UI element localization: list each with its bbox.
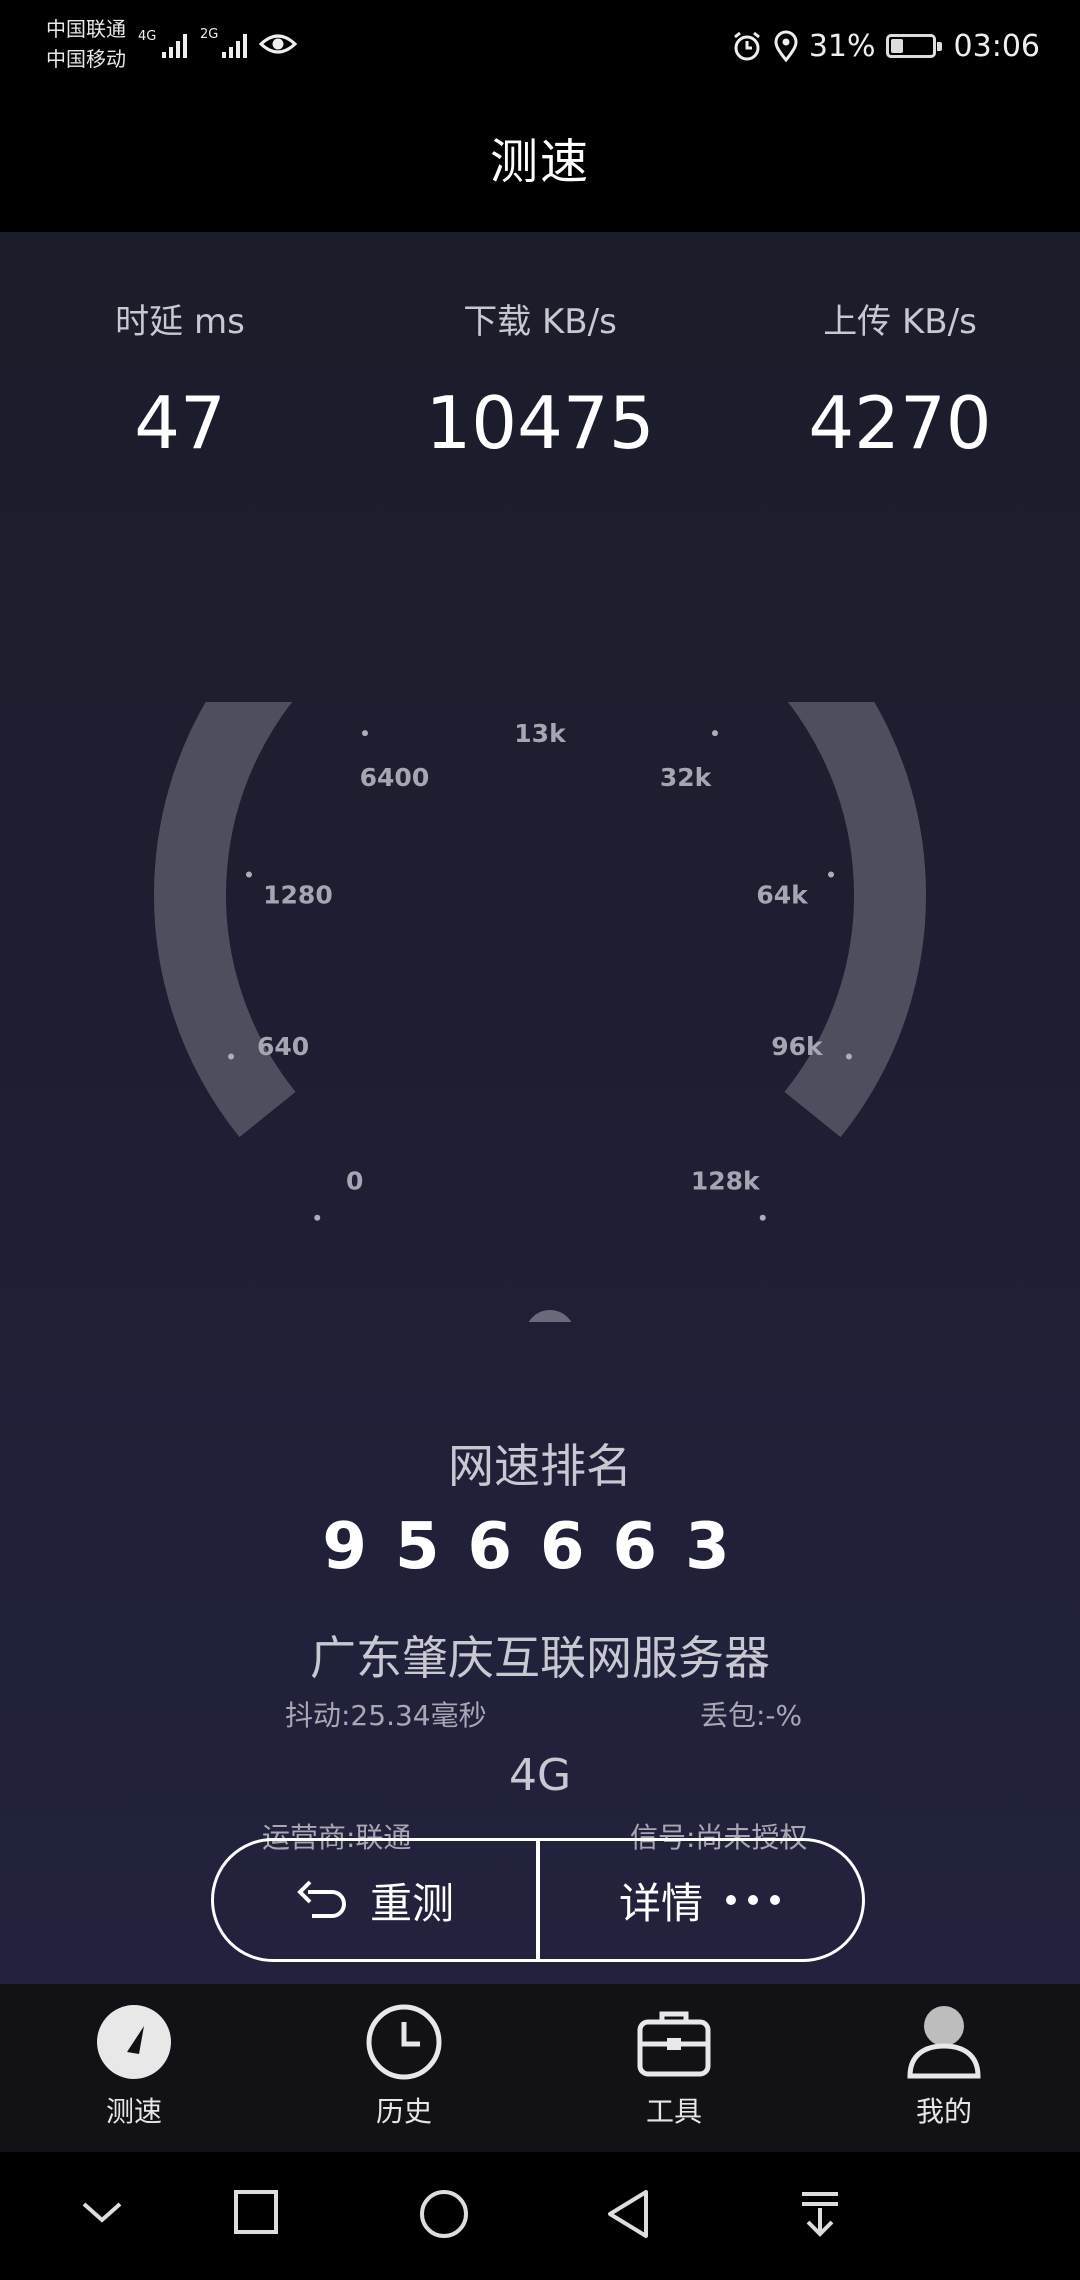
gauge-tick-dot bbox=[361, 730, 368, 737]
gauge-tick-label: 1280 bbox=[263, 881, 333, 910]
action-buttons: 重测 详情 bbox=[211, 1838, 865, 1962]
rank-title: 网速排名 bbox=[448, 1439, 632, 1493]
net-type-1: 4G bbox=[138, 29, 156, 44]
retest-label: 重测 bbox=[369, 1878, 454, 1928]
notification-pulldown-icon[interactable] bbox=[796, 2188, 844, 2240]
gauge-tick-label: 13k bbox=[514, 719, 567, 748]
status-right: 31% 03:06 bbox=[731, 24, 1040, 68]
gauge-tick-label: 6400 bbox=[360, 763, 430, 792]
more-dots-icon bbox=[726, 1895, 780, 1905]
nav-label-speedtest: 测速 bbox=[105, 2095, 162, 2128]
location-icon bbox=[774, 30, 798, 62]
rank-value: 956663 bbox=[322, 1510, 758, 1584]
packet-loss-value: 丢包:-% bbox=[700, 1699, 803, 1732]
home-circle-icon[interactable] bbox=[418, 2188, 470, 2240]
nav-label-profile: 我的 bbox=[915, 2095, 972, 2128]
gauge-needle-hub bbox=[528, 1310, 572, 1322]
nav-item-tools[interactable]: 工具 bbox=[594, 2002, 754, 2130]
download-value: 10475 bbox=[425, 381, 655, 465]
title-bar: 测速 bbox=[0, 92, 1080, 232]
battery-fill bbox=[890, 39, 903, 53]
latency-metric: 时延 ms 47 bbox=[30, 294, 330, 465]
net-type-2: 2G bbox=[200, 27, 218, 42]
upload-label: 上传 KB/s bbox=[823, 302, 977, 342]
server-name: 广东肇庆互联网服务器 bbox=[310, 1631, 770, 1685]
recent-apps-square-icon[interactable] bbox=[232, 2188, 280, 2236]
gauge-tick-dot bbox=[828, 871, 835, 878]
alarm-icon bbox=[733, 31, 760, 61]
undo-arrow-icon bbox=[297, 1880, 346, 1918]
details-button[interactable]: 详情 bbox=[540, 1841, 862, 1959]
back-triangle-icon[interactable] bbox=[604, 2188, 652, 2240]
person-icon bbox=[907, 2006, 981, 2079]
gauge-tick-label: 64k bbox=[756, 881, 809, 910]
toolbox-icon bbox=[637, 2011, 711, 2077]
gauge-tick-dot bbox=[712, 730, 719, 737]
gauge-tick-dot bbox=[314, 1214, 321, 1221]
nav-label-tools: 工具 bbox=[645, 2095, 702, 2128]
chevron-down-icon[interactable] bbox=[78, 2188, 126, 2236]
jitter-value: 抖动:25.34毫秒 bbox=[285, 1699, 487, 1732]
nav-item-speedtest[interactable]: 测速 bbox=[54, 2002, 214, 2130]
gauge-tick-label: 640 bbox=[257, 1032, 309, 1061]
eye-icon bbox=[258, 34, 298, 54]
retest-button[interactable]: 重测 bbox=[214, 1841, 536, 1959]
nav-label-history: 历史 bbox=[375, 2095, 432, 2128]
speed-gauge: 0 640 1280 6400 13k 32k 64k 96k 128k bbox=[154, 702, 926, 1322]
clock-icon bbox=[366, 2004, 442, 2080]
gauge-tick-dot bbox=[759, 1214, 766, 1221]
gauge-tick-dot bbox=[228, 1053, 235, 1060]
gauge-tick-label: 0 bbox=[346, 1166, 363, 1195]
speedometer-icon bbox=[97, 2005, 171, 2079]
gauge-tick-label: 96k bbox=[771, 1032, 824, 1061]
clock-time: 03:06 bbox=[953, 28, 1040, 64]
download-metric: 下载 KB/s 10475 bbox=[390, 294, 690, 465]
gauge-ticks: 0 640 1280 6400 13k 32k 64k 96k 128k bbox=[228, 719, 852, 1221]
speed-test-panel: 时延 ms 47 下载 KB/s 10475 上传 KB/s 4270 0 640… bbox=[0, 232, 1080, 1984]
upload-value: 4270 bbox=[808, 381, 992, 465]
status-bar: 中国联通 中国移动 4G 2G 31% 03:06 bbox=[0, 0, 1080, 92]
carrier-labels: 中国联通 中国移动 bbox=[46, 14, 126, 74]
latency-value: 47 bbox=[134, 381, 226, 465]
network-type: 4G bbox=[508, 1750, 572, 1801]
upload-metric: 上传 KB/s 4270 bbox=[750, 294, 1050, 465]
gauge-tick-dot bbox=[845, 1053, 852, 1060]
battery-icon bbox=[885, 34, 942, 58]
nav-item-profile[interactable]: 我的 bbox=[864, 2002, 1024, 2130]
signal-bars-icon: 4G 2G bbox=[138, 27, 247, 58]
bottom-navigation: 测速 历史 工具 我的 bbox=[0, 1984, 1080, 2152]
download-label: 下载 KB/s bbox=[463, 302, 617, 342]
carrier-1: 中国联通 bbox=[46, 17, 126, 41]
latency-label: 时延 ms bbox=[115, 302, 245, 342]
carrier-2: 中国移动 bbox=[46, 47, 126, 71]
gauge-tick-dot bbox=[245, 871, 252, 878]
battery-percent: 31% bbox=[808, 28, 876, 64]
page-title: 测速 bbox=[489, 134, 590, 190]
gauge-tick-label: 32k bbox=[660, 763, 713, 792]
gauge-tick-label: 128k bbox=[691, 1166, 761, 1195]
nav-item-history[interactable]: 历史 bbox=[324, 2002, 484, 2130]
system-navigation-bar bbox=[0, 2152, 1080, 2280]
details-label: 详情 bbox=[618, 1878, 703, 1928]
